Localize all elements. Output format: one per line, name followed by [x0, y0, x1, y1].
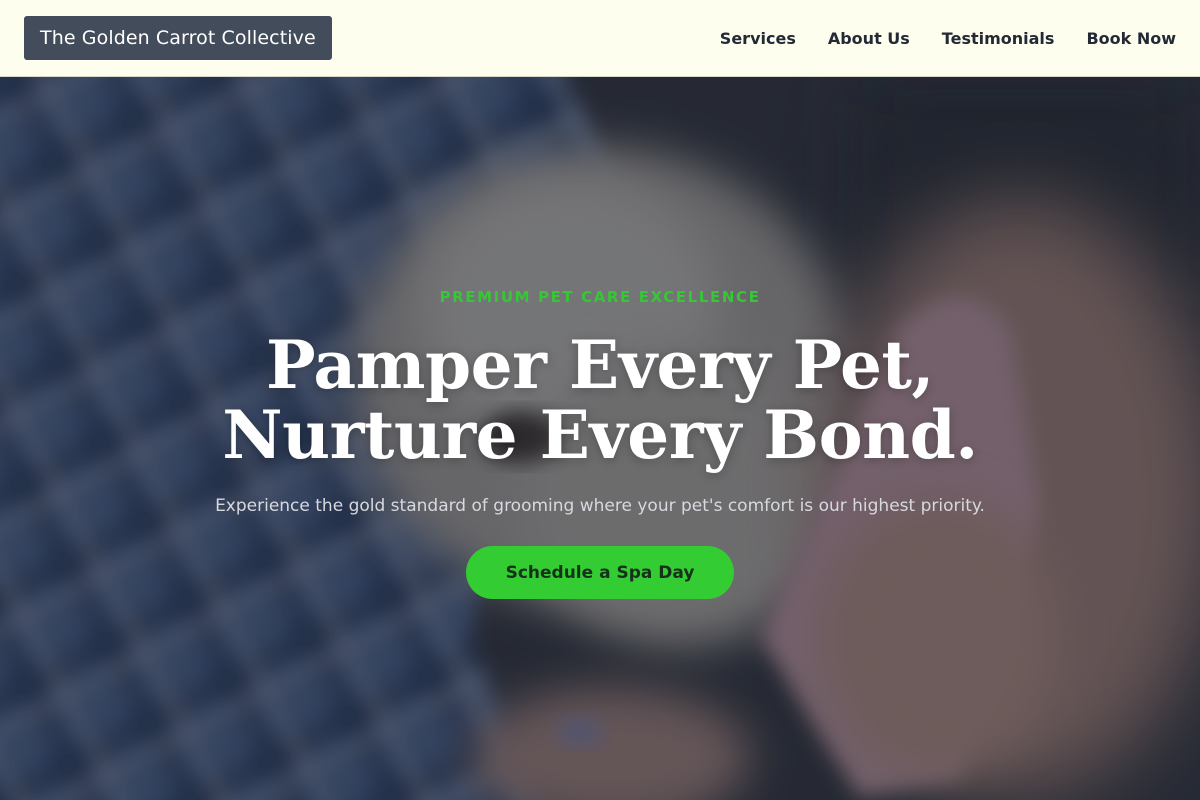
nav-link-testimonials[interactable]: Testimonials [942, 29, 1055, 48]
hero-headline-line-2: Nurture Every Bond. [222, 396, 978, 474]
schedule-spa-day-button[interactable]: Schedule a Spa Day [465, 546, 735, 599]
nav-link-about-us[interactable]: About Us [828, 29, 910, 48]
main-nav: Services About Us Testimonials Book Now [688, 29, 1176, 48]
site-header: The Golden Carrot Collective Services Ab… [0, 0, 1200, 77]
hero-subheadline: Experience the gold standard of grooming… [215, 496, 985, 516]
hero-eyebrow: PREMIUM PET CARE EXCELLENCE [439, 288, 761, 306]
nav-link-book-now[interactable]: Book Now [1086, 29, 1176, 48]
brand-logo[interactable]: The Golden Carrot Collective [24, 16, 332, 60]
hero-content: PREMIUM PET CARE EXCELLENCE Pamper Every… [0, 77, 1200, 800]
hero-headline-line-1: Pamper Every Pet, [266, 326, 934, 404]
hero-section: PREMIUM PET CARE EXCELLENCE Pamper Every… [0, 77, 1200, 800]
hero-headline: Pamper Every Pet, Nurture Every Bond. [222, 326, 978, 474]
nav-link-services[interactable]: Services [720, 29, 796, 48]
